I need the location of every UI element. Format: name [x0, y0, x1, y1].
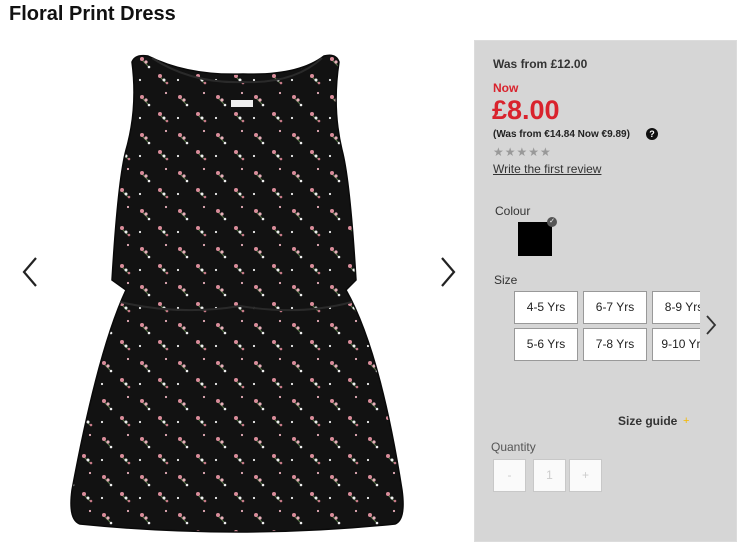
size-label: Size	[494, 273, 518, 287]
chevron-right-icon	[706, 315, 717, 335]
product-details-panel: Was from £12.00 Now £8.00 (Was from €14.…	[474, 40, 737, 542]
quantity-label: Quantity	[491, 440, 536, 454]
next-image-button[interactable]	[432, 252, 462, 292]
euro-price: (Was from €14.84 Now €9.89)	[493, 129, 630, 140]
check-icon: ✓	[547, 217, 557, 227]
colour-swatch-black[interactable]	[518, 222, 552, 256]
current-price: £8.00	[492, 95, 560, 125]
quantity-input[interactable]: 1	[533, 459, 566, 492]
size-option-8-9[interactable]: 8-9 Yrs	[652, 291, 700, 324]
size-option-5-6[interactable]: 5-6 Yrs	[514, 328, 578, 361]
was-price: Was from £12.00	[493, 57, 588, 71]
colour-label: Colour	[495, 204, 531, 218]
product-title: Floral Print Dress	[9, 3, 176, 25]
prev-image-button[interactable]	[16, 252, 46, 292]
quantity-increase-button[interactable]: +	[569, 459, 602, 492]
size-options: 4-5 Yrs 6-7 Yrs 8-9 Yrs 5-6 Yrs 7-8 Yrs …	[514, 291, 700, 365]
size-guide-icon: +	[683, 415, 690, 427]
size-guide-link[interactable]: Size guide	[618, 414, 677, 428]
size-option-6-7[interactable]: 6-7 Yrs	[583, 291, 647, 324]
size-option-4-5[interactable]: 4-5 Yrs	[514, 291, 578, 324]
chevron-left-icon	[22, 257, 37, 287]
question-circle-icon[interactable]: ?	[646, 128, 658, 140]
quantity-decrease-button[interactable]: -	[493, 459, 526, 492]
star-rating: ★★★★★	[493, 145, 552, 159]
size-scroll-next-button[interactable]	[703, 313, 719, 337]
product-gallery	[0, 40, 470, 540]
chevron-right-icon	[441, 257, 456, 287]
now-label: Now	[493, 81, 519, 95]
size-option-7-8[interactable]: 7-8 Yrs	[583, 328, 647, 361]
size-option-9-10[interactable]: 9-10 Yrs	[652, 328, 700, 361]
product-image	[70, 54, 404, 533]
write-review-link[interactable]: Write the first review	[493, 162, 601, 176]
